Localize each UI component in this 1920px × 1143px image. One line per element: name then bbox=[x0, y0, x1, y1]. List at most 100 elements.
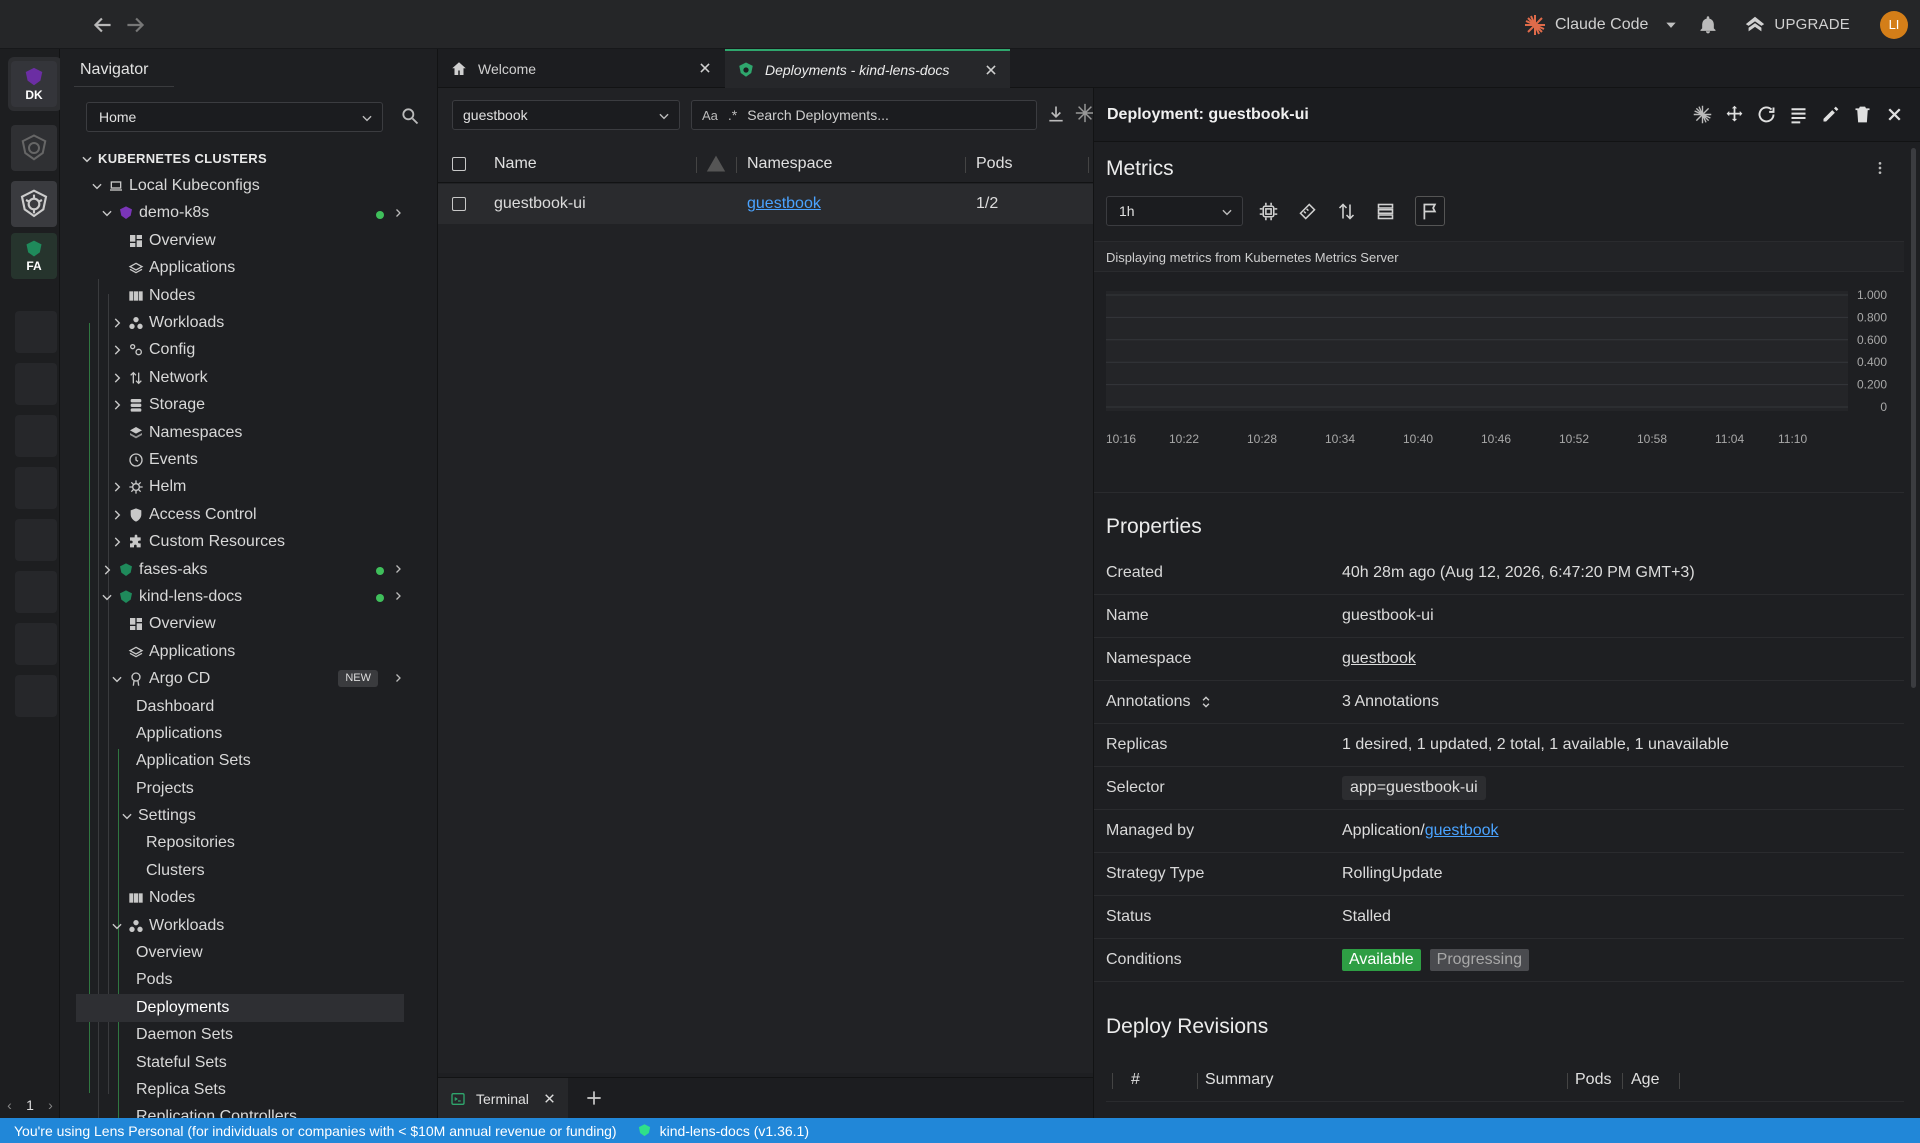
tree-item-overview[interactable]: Overview bbox=[60, 611, 420, 638]
close-icon[interactable] bbox=[984, 63, 998, 77]
tree-item-daemon-sets[interactable]: Daemon Sets bbox=[60, 1022, 420, 1049]
tree-item-access-control[interactable]: Access Control bbox=[60, 501, 420, 528]
memory-metric-button[interactable] bbox=[1292, 196, 1322, 226]
hotbar-empty-slot[interactable] bbox=[15, 623, 57, 665]
tree-item-local-kubeconfigs[interactable]: Local Kubeconfigs bbox=[60, 172, 420, 199]
tree-item-namespaces[interactable]: Namespaces bbox=[60, 419, 420, 446]
hotbar-empty-slot[interactable] bbox=[15, 467, 57, 509]
pager-next-icon[interactable]: › bbox=[48, 1097, 53, 1113]
tree-item-argo-application-sets[interactable]: Application Sets bbox=[60, 748, 420, 775]
tree-item-workloads[interactable]: Workloads bbox=[60, 912, 420, 939]
tree-item-deployments[interactable]: Deployments bbox=[76, 994, 404, 1022]
tree-item-fases-aks[interactable]: fases-aks bbox=[60, 556, 420, 583]
namespace-link[interactable]: guestbook bbox=[1342, 650, 1416, 668]
chevron-right-icon[interactable] bbox=[392, 672, 404, 684]
row-checkbox[interactable] bbox=[452, 185, 466, 223]
tree-item-workloads[interactable]: Workloads bbox=[60, 309, 420, 336]
upgrade-button[interactable]: UPGRADE bbox=[1744, 14, 1850, 36]
tree-item-stateful-sets[interactable]: Stateful Sets bbox=[60, 1049, 420, 1076]
edit-icon[interactable] bbox=[1820, 104, 1841, 125]
table-row[interactable]: guestbook-ui guestbook 1/2 bbox=[438, 184, 1093, 224]
close-icon[interactable] bbox=[1884, 104, 1905, 125]
tree-item-replication-controllers[interactable]: Replication Controllers bbox=[60, 1104, 420, 1118]
tree-item-overview[interactable]: Overview bbox=[60, 227, 420, 254]
navigator-tab[interactable]: Navigator bbox=[72, 57, 156, 83]
download-icon[interactable] bbox=[1046, 104, 1066, 124]
claude-code-button[interactable]: Claude Code bbox=[1523, 13, 1648, 37]
column-header-summary[interactable]: Summary bbox=[1205, 1071, 1273, 1089]
license-notice[interactable]: You're using Lens Personal (for individu… bbox=[14, 1123, 617, 1139]
details-scrollbar[interactable] bbox=[1911, 148, 1916, 688]
sparkle-icon[interactable] bbox=[1692, 104, 1713, 125]
tab-welcome[interactable]: Welcome bbox=[438, 49, 724, 88]
tree-item-applications[interactable]: Applications bbox=[60, 638, 420, 665]
filesystem-metric-button[interactable] bbox=[1370, 196, 1400, 226]
tree-item-argo-clusters[interactable]: Clusters bbox=[60, 857, 420, 884]
close-icon[interactable] bbox=[698, 61, 712, 75]
namespace-select[interactable]: guestbook bbox=[452, 100, 680, 130]
tree-item-replica-sets[interactable]: Replica Sets bbox=[60, 1076, 420, 1103]
logs-icon[interactable] bbox=[1788, 104, 1809, 125]
match-case-toggle[interactable]: Aa bbox=[702, 108, 718, 123]
pager-prev-icon[interactable]: ‹ bbox=[7, 1097, 12, 1113]
hotbar-empty-slot[interactable] bbox=[15, 519, 57, 561]
scale-move-icon[interactable] bbox=[1724, 104, 1745, 125]
tree-item-custom-resources[interactable]: Custom Resources bbox=[60, 528, 420, 555]
network-metric-button[interactable] bbox=[1331, 196, 1361, 226]
select-all-checkbox[interactable] bbox=[452, 145, 466, 183]
hotbar-item-demo-k8s[interactable]: DK bbox=[8, 57, 62, 111]
tree-item-storage[interactable]: Storage bbox=[60, 392, 420, 419]
delete-icon[interactable] bbox=[1852, 104, 1873, 125]
metrics-range-select[interactable]: 1h bbox=[1106, 196, 1243, 226]
tree-item-argo-dashboard[interactable]: Dashboard bbox=[60, 693, 420, 720]
tree-item-helm[interactable]: Helm bbox=[60, 474, 420, 501]
hotbar-item-3[interactable] bbox=[8, 177, 62, 231]
tree-item-workloads-overview[interactable]: Overview bbox=[60, 939, 420, 966]
tree-item-argo-repositories[interactable]: Repositories bbox=[60, 830, 420, 857]
close-icon[interactable] bbox=[543, 1092, 556, 1105]
hotbar-item-fases-aks[interactable]: FA bbox=[8, 229, 62, 283]
chevron-right-icon[interactable] bbox=[392, 563, 404, 575]
column-header-number[interactable]: # bbox=[1131, 1071, 1140, 1089]
tree-item-nodes[interactable]: Nodes bbox=[60, 282, 420, 309]
tree-item-argo-settings[interactable]: Settings bbox=[60, 802, 420, 829]
regex-icon[interactable]: .* bbox=[728, 107, 737, 123]
tree-item-argo-cd[interactable]: Argo CD NEW bbox=[60, 665, 420, 692]
column-header-pods[interactable]: Pods bbox=[976, 145, 1012, 183]
restart-icon[interactable] bbox=[1756, 104, 1777, 125]
expand-toggle-icon[interactable] bbox=[1199, 695, 1213, 709]
tree-item-argo-projects[interactable]: Projects bbox=[60, 775, 420, 802]
column-header-age[interactable]: Age bbox=[1631, 1071, 1659, 1089]
add-terminal-plus-icon[interactable] bbox=[584, 1088, 604, 1108]
hotbar-item-2[interactable] bbox=[8, 121, 62, 175]
search-deployments-input[interactable]: Aa .* Search Deployments... bbox=[691, 100, 1037, 130]
tab-deployments[interactable]: Deployments - kind-lens-docs bbox=[725, 49, 1010, 88]
tree-item-argo-applications[interactable]: Applications bbox=[60, 720, 420, 747]
hotbar-empty-slot[interactable] bbox=[15, 415, 57, 457]
column-header-name[interactable]: Name bbox=[494, 145, 537, 183]
user-avatar[interactable]: LI bbox=[1880, 10, 1908, 39]
cell-namespace-link[interactable]: guestbook bbox=[747, 185, 821, 223]
chevron-right-icon[interactable] bbox=[392, 590, 404, 602]
back-arrow-icon[interactable] bbox=[90, 12, 116, 38]
hotbar-empty-slot[interactable] bbox=[15, 363, 57, 405]
bell-icon[interactable] bbox=[1698, 15, 1718, 35]
tree-item-nodes[interactable]: Nodes bbox=[60, 885, 420, 912]
tree-item-config[interactable]: Config bbox=[60, 337, 420, 364]
tree-item-demo-k8s[interactable]: demo-k8s bbox=[60, 200, 420, 227]
terminal-tab[interactable]: Terminal bbox=[438, 1078, 568, 1119]
property-annotations[interactable]: Annotations 3 Annotations bbox=[1094, 681, 1904, 724]
more-options-icon[interactable] bbox=[1872, 160, 1888, 176]
hotbar-empty-slot[interactable] bbox=[15, 311, 57, 353]
hotbar-empty-slot[interactable] bbox=[15, 571, 57, 613]
active-context[interactable]: kind-lens-docs (v1.36.1) bbox=[637, 1123, 809, 1139]
cpu-metric-button[interactable] bbox=[1253, 196, 1283, 226]
tree-item-kind-lens-docs[interactable]: kind-lens-docs bbox=[60, 583, 420, 610]
forward-arrow-icon[interactable] bbox=[122, 12, 148, 38]
chevron-down-icon[interactable] bbox=[1664, 18, 1678, 32]
tree-section-kubernetes-clusters[interactable]: KUBERNETES CLUSTERS bbox=[60, 145, 420, 172]
column-header-pods[interactable]: Pods bbox=[1575, 1071, 1611, 1089]
hotbar-empty-slot[interactable] bbox=[15, 675, 57, 717]
managed-by-link[interactable]: guestbook bbox=[1425, 822, 1499, 840]
tree-item-pods[interactable]: Pods bbox=[60, 967, 420, 994]
